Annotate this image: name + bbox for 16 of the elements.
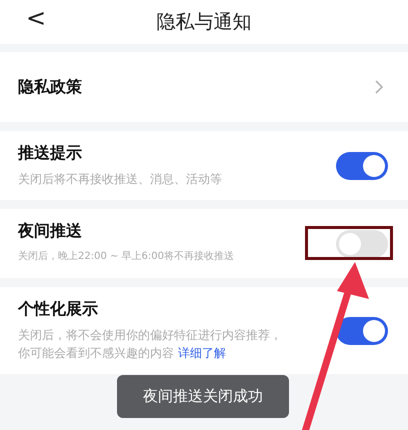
toggle-switch[interactable] [336, 152, 388, 180]
chevron-right-icon [374, 79, 384, 95]
setting-description: 关闭后，将不会使用你的偏好特征进行内容推荐，你可能会看到不感兴趣的内容 详细了解 [18, 327, 283, 362]
toast-message: 夜间推送关闭成功 [117, 375, 289, 418]
page-title: 隐私与通知 [156, 10, 252, 35]
toggle-switch[interactable] [336, 230, 388, 258]
setting-description: 关闭后，晚上22:00 ~ 早上6:00将不再接收推送 [18, 250, 236, 264]
back-button[interactable]: < [26, 4, 46, 32]
details-link[interactable]: 详细了解 [178, 346, 226, 360]
settings-row[interactable]: 隐私政策 [0, 52, 408, 122]
setting-title: 推送提示 [18, 143, 83, 164]
setting-title: 夜间推送 [18, 221, 83, 242]
setting-title: 隐私政策 [18, 76, 83, 98]
setting-title: 个性化展示 [18, 299, 99, 320]
toggle-switch[interactable] [336, 316, 388, 344]
setting-description: 关闭后将不再接收推送、消息、活动等 [18, 171, 223, 188]
